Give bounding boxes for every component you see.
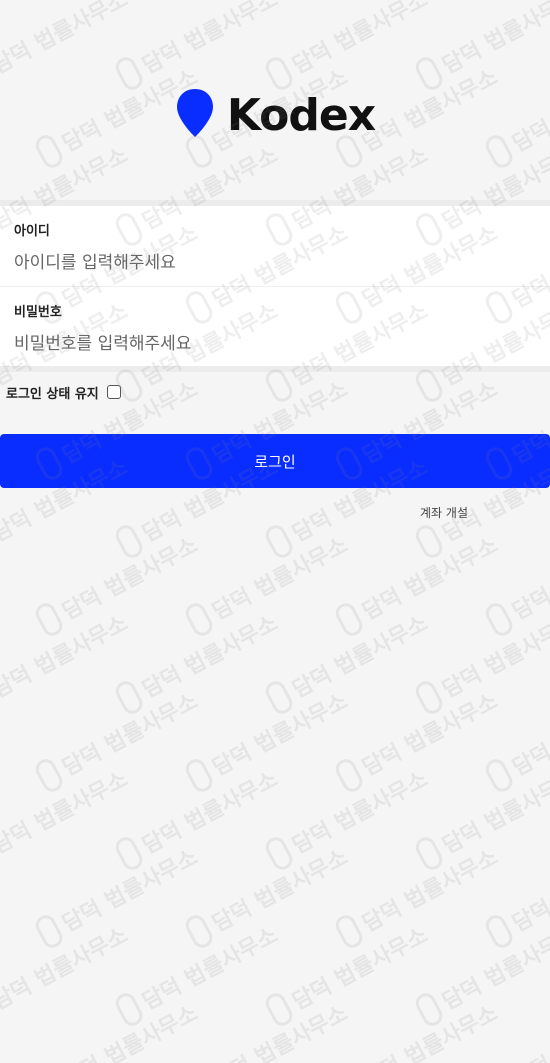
- watermark-stamp: 담덕 법률사무소: [112, 761, 283, 874]
- watermark-seal-icon: [182, 755, 216, 796]
- watermark-stamp: 담덕 법률사무소: [262, 917, 433, 1030]
- watermark-seal-icon: [182, 911, 216, 952]
- keep-login-row: 로그인 상태 유지: [0, 372, 550, 412]
- watermark-seal-icon: [112, 521, 146, 562]
- watermark-seal-icon: [412, 989, 446, 1030]
- watermark-seal-icon: [332, 599, 366, 640]
- watermark-stamp: 담덕 법률사무소: [482, 527, 550, 640]
- watermark-text: 담덕 법률사무소: [438, 611, 550, 704]
- id-field-group: 아이디: [0, 206, 550, 286]
- watermark-text: 담덕 법률사무소: [208, 1001, 353, 1063]
- watermark-text: 담덕 법률사무소: [0, 767, 133, 860]
- watermark-seal-icon: [182, 599, 216, 640]
- watermark-seal-icon: [262, 521, 296, 562]
- watermark-stamp: 담덕 법률사무소: [0, 917, 133, 1029]
- watermark-stamp: 담덕 법률사무소: [262, 761, 433, 874]
- watermark-stamp: 담덕 법률사무소: [182, 683, 353, 796]
- watermark-seal-icon: [332, 911, 366, 952]
- watermark-stamp: 담덕 법률사무소: [32, 839, 203, 952]
- watermark-stamp: 담덕 법률사무소: [332, 839, 503, 952]
- watermark-stamp: 담덕 법률사무소: [32, 683, 203, 796]
- watermark-text: 담덕 법률사무소: [508, 845, 550, 938]
- watermark-stamp: 담덕 법률사무소: [112, 605, 283, 718]
- watermark-stamp: 담덕 법률사무소: [412, 605, 550, 718]
- watermark-stamp: 담덕 법률사무소: [112, 917, 283, 1030]
- watermark-seal-icon: [412, 833, 446, 874]
- watermark-text: 담덕 법률사무소: [506, 996, 550, 1063]
- watermark-stamp: 담덕 법률사무소: [332, 995, 503, 1063]
- watermark-stamp: 담덕 법률사무소: [482, 683, 550, 796]
- watermark-text: 담덕 법률사무소: [0, 611, 133, 704]
- watermark-seal-icon: [262, 989, 296, 1030]
- keep-login-label: 로그인 상태 유지: [6, 386, 99, 402]
- watermark-stamp: 담덕 법률사무소: [332, 527, 503, 640]
- password-field-group: 비밀번호: [0, 286, 550, 366]
- watermark-text: 담덕 법률사무소: [208, 845, 353, 938]
- watermark-text: 담덕 법률사무소: [138, 767, 283, 860]
- login-button[interactable]: 로그인: [0, 434, 550, 488]
- watermark-text: 담덕 법률사무소: [288, 611, 433, 704]
- watermark-text: 담덕 법률사무소: [58, 1001, 203, 1063]
- watermark-text: 담덕 법률사무소: [58, 845, 203, 938]
- watermark-stamp: 담덕 법률사무소: [0, 605, 133, 717]
- watermark-text: 담덕 법률사무소: [508, 533, 550, 626]
- watermark-text: 담덕 법률사무소: [358, 1001, 503, 1063]
- brand-logo: Kodex: [175, 87, 376, 143]
- watermark-text: 담덕 법률사무소: [438, 767, 550, 860]
- watermark-text: 담덕 법률사무소: [288, 923, 433, 1016]
- watermark-seal-icon: [482, 755, 516, 796]
- watermark-stamp: 담덕 법률사무소: [482, 995, 550, 1063]
- password-input[interactable]: [14, 334, 536, 354]
- watermark-text: 담덕 법률사무소: [208, 533, 353, 626]
- watermark-seal-icon: [112, 989, 146, 1030]
- keep-login-checkbox[interactable]: [106, 385, 121, 399]
- id-input[interactable]: [14, 253, 536, 273]
- location-pin-icon: [175, 87, 215, 143]
- watermark-seal-icon: [112, 833, 146, 874]
- watermark-seal-icon: [412, 677, 446, 718]
- watermark-text: 담덕 법률사무소: [358, 533, 503, 626]
- watermark-text: 담덕 법률사무소: [138, 923, 283, 1016]
- watermark-seal-icon: [262, 677, 296, 718]
- watermark-text: 담덕 법률사무소: [508, 689, 550, 782]
- brand-name: Kodex: [226, 89, 376, 141]
- watermark-text: 담덕 법률사무소: [358, 845, 503, 938]
- header: Kodex: [0, 0, 550, 200]
- watermark-seal-icon: [482, 599, 516, 640]
- watermark-text: 담덕 법률사무소: [138, 611, 283, 704]
- watermark-stamp: 담덕 법률사무소: [182, 995, 353, 1063]
- watermark-text: 담덕 법률사무소: [0, 923, 133, 1016]
- login-form: 아이디 비밀번호: [0, 200, 550, 372]
- watermark-stamp: 담덕 법률사무소: [412, 761, 550, 874]
- open-account-link[interactable]: 계좌 개설: [420, 506, 468, 520]
- watermark-stamp: 담덕 법률사무소: [182, 527, 353, 640]
- watermark-seal-icon: [32, 755, 66, 796]
- signup-row: 계좌 개설: [0, 502, 550, 521]
- watermark-seal-icon: [262, 833, 296, 874]
- id-label: 아이디: [14, 224, 50, 239]
- watermark-seal-icon: [112, 677, 146, 718]
- watermark-text: 담덕 법률사무소: [438, 923, 550, 1016]
- watermark-stamp: 담덕 법률사무소: [182, 839, 353, 952]
- watermark-stamp: 담덕 법률사무소: [412, 917, 550, 1030]
- watermark-stamp: 담덕 법률사무소: [32, 527, 203, 640]
- watermark-seal-icon: [332, 755, 366, 796]
- watermark-seal-icon: [412, 521, 446, 562]
- watermark-text: 담덕 법률사무소: [208, 689, 353, 782]
- watermark-text: 담덕 법률사무소: [288, 767, 433, 860]
- watermark-text: 담덕 법률사무소: [58, 533, 203, 626]
- watermark-seal-icon: [32, 599, 66, 640]
- watermark-stamp: 담덕 법률사무소: [0, 761, 133, 873]
- watermark-text: 담덕 법률사무소: [58, 689, 203, 782]
- watermark-stamp: 담덕 법률사무소: [32, 995, 203, 1063]
- watermark-seal-icon: [482, 911, 516, 952]
- password-label: 비밀번호: [14, 305, 62, 320]
- watermark-seal-icon: [32, 911, 66, 952]
- watermark-text: 담덕 법률사무소: [358, 689, 503, 782]
- watermark-stamp: 담덕 법률사무소: [482, 839, 550, 952]
- watermark-stamp: 담덕 법률사무소: [262, 605, 433, 718]
- watermark-stamp: 담덕 법률사무소: [332, 683, 503, 796]
